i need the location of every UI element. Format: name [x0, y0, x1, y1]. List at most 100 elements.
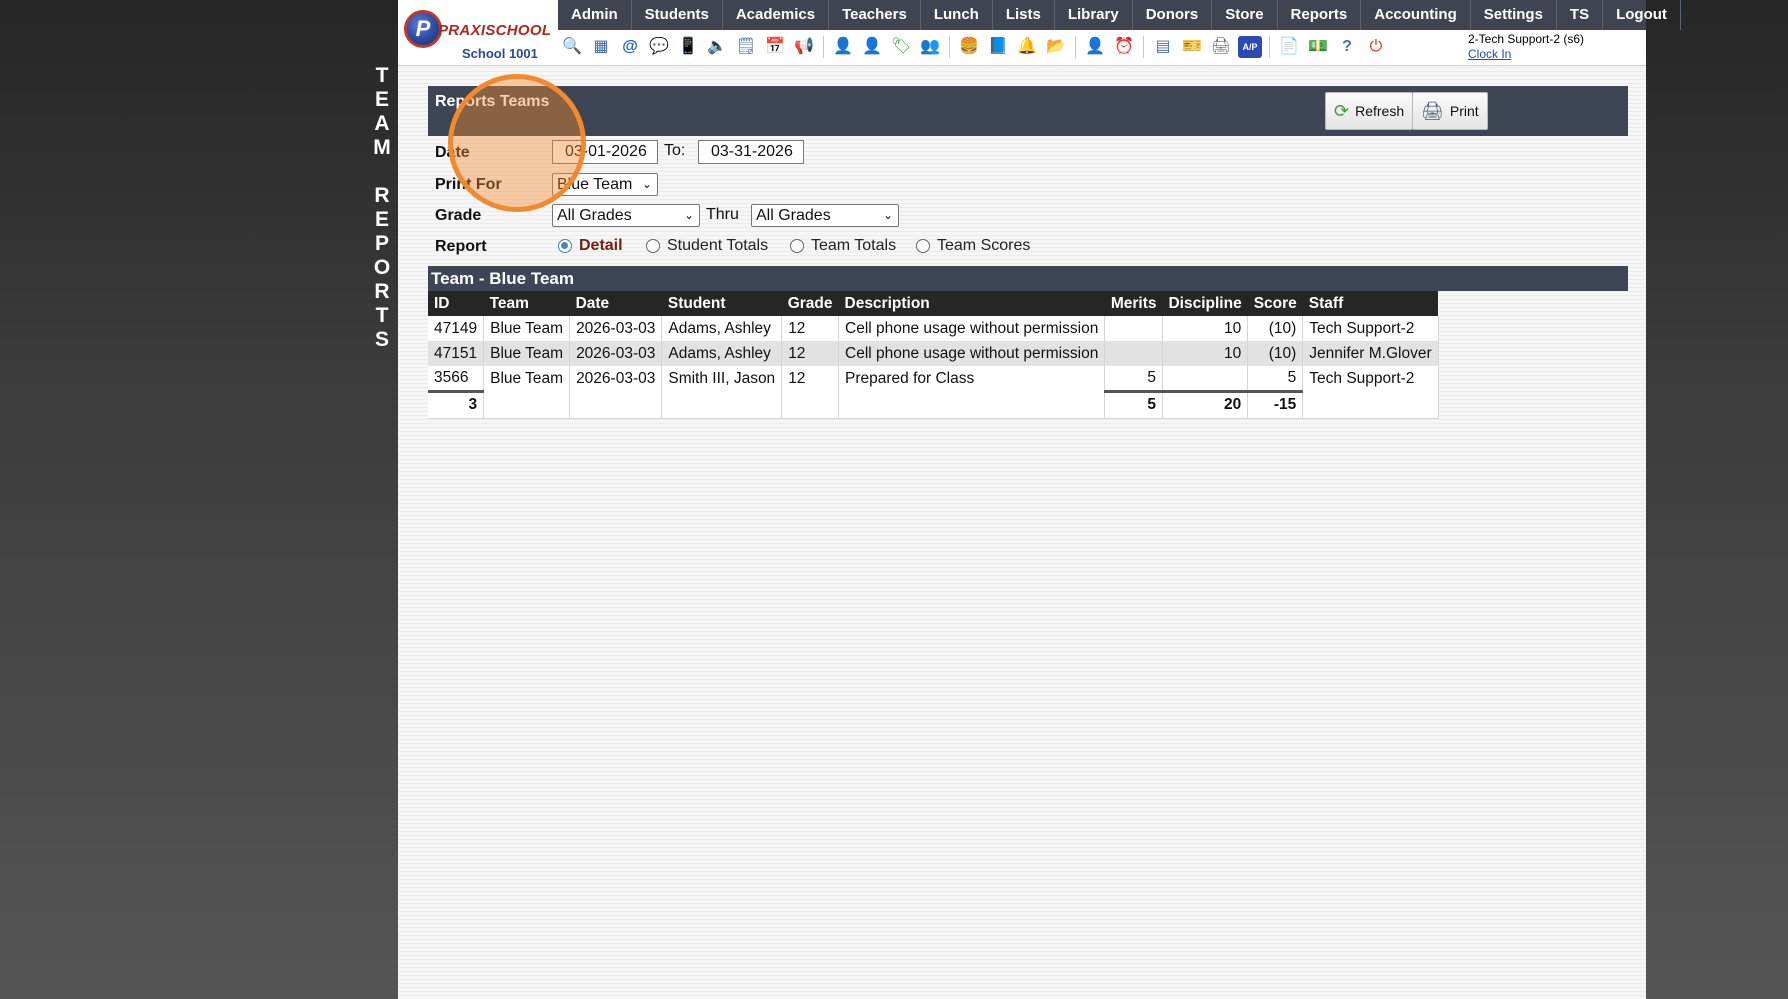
chevron-down-icon: ⌄ [683, 208, 694, 222]
cell-staff: Tech Support-2 [1302, 366, 1439, 391]
school-name: School 1001 [462, 46, 538, 61]
student-icon[interactable]: 👤 [831, 36, 855, 58]
radio-team-totals-dot[interactable] [790, 239, 804, 253]
column-header-student[interactable]: Student [661, 291, 782, 316]
cell-score: (10) [1247, 341, 1304, 366]
date-to-input[interactable]: 03-31-2026 [698, 140, 804, 164]
logo[interactable]: P PRAXISCHOOL School 1001 [402, 6, 554, 64]
panel-title: Reports Teams [435, 93, 550, 110]
radio-student-totals-dot[interactable] [646, 239, 660, 253]
printer-icon: 🖨 [1421, 100, 1444, 121]
cell-date: 2026-03-03 [569, 341, 663, 366]
radio-team-scores-dot[interactable] [916, 239, 930, 253]
radio-student-totals[interactable]: Student Totals [646, 237, 768, 255]
radio-team-totals-label: Team Totals [811, 237, 897, 254]
nav-logout[interactable]: Logout [1603, 0, 1681, 30]
table-icon[interactable]: ▤ [1151, 36, 1175, 58]
search-icon[interactable]: 🔍 [560, 36, 584, 58]
speaker-icon[interactable]: 🔈 [705, 36, 729, 58]
email-icon[interactable]: @ [618, 36, 642, 58]
nav-ts[interactable]: TS [1557, 0, 1604, 30]
pdf-icon[interactable]: 📄 [1277, 36, 1301, 58]
column-header-grade[interactable]: Grade [781, 291, 839, 316]
cell-id: 47149 [428, 316, 485, 341]
folder-arrow-icon[interactable]: 📂 [1044, 36, 1068, 58]
table-row[interactable]: 47149 Blue Team 2026-03-03 Adams, Ashley 12 C… [428, 316, 1439, 341]
cell-grade: 12 [781, 366, 839, 391]
refresh-button[interactable]: ⟳ Refresh [1325, 92, 1414, 130]
nav-teachers[interactable]: Teachers [829, 0, 921, 30]
radio-team-scores[interactable]: Team Scores [916, 237, 1030, 255]
column-header-staff[interactable]: Staff [1302, 291, 1439, 316]
refresh-icon: ⟳ [1334, 100, 1350, 121]
lunch-icon[interactable]: 🍔 [957, 36, 981, 58]
nav-settings[interactable]: Settings [1471, 0, 1557, 30]
print-button[interactable]: 🖨 Print [1412, 92, 1488, 130]
teacher-icon[interactable]: 👤 [860, 36, 884, 58]
cell-id: 3566 [428, 366, 485, 391]
column-header-discipline[interactable]: Discipline [1162, 291, 1248, 316]
nav-library[interactable]: Library [1055, 0, 1133, 30]
table-row[interactable]: 3566 Blue Team 2026-03-03 Smith III, Jason 1… [428, 366, 1439, 391]
calendar-icon[interactable]: 📅 [763, 36, 787, 58]
column-header-team[interactable]: Team [483, 291, 570, 316]
nav-reports[interactable]: Reports [1278, 0, 1362, 30]
grade-to-select[interactable]: All Grades ⌄ [751, 204, 899, 227]
clock-in-link[interactable]: Clock In [1468, 47, 1584, 61]
bell-icon[interactable]: 🔔 [1015, 36, 1039, 58]
radio-team-totals[interactable]: Team Totals [790, 237, 896, 255]
print-for-label: Print For [435, 176, 502, 193]
nav-lists[interactable]: Lists [993, 0, 1055, 30]
side-letter: P [374, 232, 389, 255]
date-from-input[interactable]: 03-01-2026 [552, 140, 658, 164]
notes-icon[interactable]: 🗒 [734, 36, 758, 58]
column-header-date[interactable]: Date [569, 291, 662, 316]
cell-discipline [1162, 366, 1249, 391]
cell-team: Blue Team [483, 341, 571, 366]
cell-discipline: 10 [1162, 341, 1249, 366]
ap-icon[interactable]: A/P [1238, 36, 1262, 58]
nav-lunch[interactable]: Lunch [921, 0, 993, 30]
nav-admin[interactable]: Admin [558, 0, 632, 30]
column-header-merits[interactable]: Merits [1104, 291, 1163, 316]
printer-card-icon[interactable]: 🖨 [1209, 36, 1233, 58]
tag-icon[interactable]: 🏷 [889, 36, 913, 58]
side-letter: T [375, 64, 389, 87]
ticket-icon[interactable]: 🎫 [1180, 36, 1204, 58]
phone-icon[interactable]: 📱 [676, 36, 700, 58]
thru-label: Thru [706, 206, 739, 223]
table-row[interactable]: 47151 Blue Team 2026-03-03 Adams, Ashley 12 C… [428, 341, 1439, 366]
clock-icon[interactable]: ⏰ [1112, 36, 1136, 58]
nav-accounting[interactable]: Accounting [1361, 0, 1471, 30]
grade-from-select[interactable]: All Grades ⌄ [552, 204, 700, 227]
cell-merits [1104, 316, 1163, 341]
user-info: 2-Tech Support-2 (s6) Clock In [1468, 32, 1584, 61]
staff-icon[interactable]: 👤 [1083, 36, 1107, 58]
report-label: Report [435, 238, 487, 255]
nav-donors[interactable]: Donors [1133, 0, 1213, 30]
cell-grade: 12 [781, 316, 839, 341]
book-icon[interactable]: 📘 [986, 36, 1010, 58]
power-icon[interactable]: ⏻ [1364, 36, 1388, 58]
total-discipline: 20 [1162, 389, 1249, 419]
radio-detail-dot[interactable] [558, 239, 572, 253]
side-letter: M [373, 136, 391, 159]
radio-detail[interactable]: Detail [558, 237, 623, 255]
nav-academics[interactable]: Academics [723, 0, 830, 30]
calendar-grid-icon[interactable]: ▦ [589, 36, 613, 58]
total-merits: 5 [1104, 389, 1163, 419]
megaphone-icon[interactable]: 📢 [792, 36, 816, 58]
group-icon[interactable]: 👥 [918, 36, 942, 58]
grade-from-value: All Grades [557, 207, 632, 224]
column-header-score[interactable]: Score [1247, 291, 1303, 316]
column-header-description[interactable]: Description [838, 291, 1105, 316]
column-header-id[interactable]: ID [428, 291, 484, 316]
chat-icon[interactable]: 💬 [647, 36, 671, 58]
toolbar-separator [823, 36, 824, 58]
user-name: 2-Tech Support-2 (s6) [1468, 32, 1585, 46]
print-for-select[interactable]: Blue Team ⌄ [552, 173, 658, 196]
help-icon[interactable]: ? [1335, 36, 1359, 58]
nav-students[interactable]: Students [632, 0, 723, 30]
money-icon[interactable]: 💵 [1306, 36, 1330, 58]
nav-store[interactable]: Store [1212, 0, 1278, 30]
